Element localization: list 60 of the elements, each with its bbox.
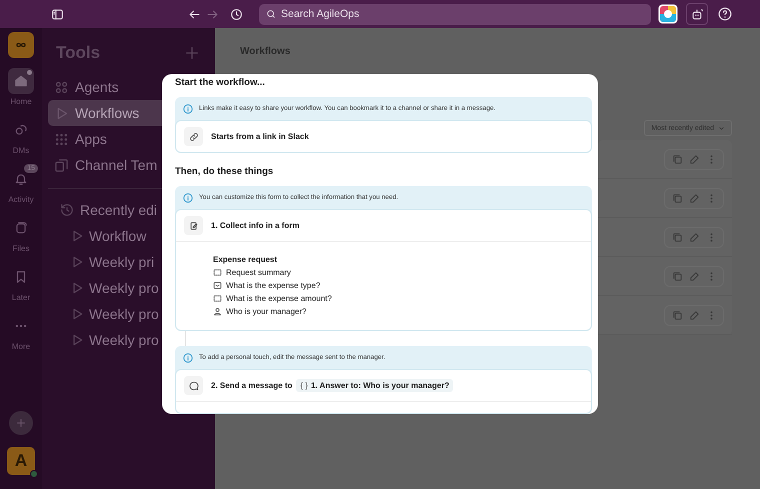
dots-grid-icon [54,132,69,146]
sidebar-title: Tools [56,43,100,63]
trigger-row[interactable]: Starts from a link in Slack [176,121,591,152]
form-field-label: Who is your manager? [226,307,306,316]
section-heading: Then, do these things [175,165,274,179]
user-avatar[interactable]: A [7,447,35,475]
chat-bubbles-icon [14,123,28,137]
duplicate-icon[interactable] [671,231,683,243]
rail-item[interactable]: Home [0,68,42,117]
robot-icon[interactable] [686,3,708,25]
rail-item[interactable]: More [0,313,42,362]
duplicate-icon[interactable] [671,270,683,282]
copy-icon [54,158,69,172]
status-dot-icon [30,470,38,478]
rail-item[interactable]: Later [0,264,42,313]
files-icon [14,221,28,235]
info-icon [183,104,193,114]
link-icon [188,132,198,142]
plus-icon [15,417,27,429]
person-icon [213,307,222,316]
form-title: Expense request [213,255,278,264]
duplicate-icon[interactable] [671,153,683,165]
chevron-down-icon [718,124,725,132]
house-icon [14,74,28,88]
bell-icon [14,172,28,186]
bookmark-icon [14,270,28,284]
add-button[interactable] [9,411,33,435]
sidebar-item[interactable]: Weekly pro [48,327,207,353]
app-logo-icon[interactable] [658,4,678,24]
variable-chip[interactable]: { } 1. Answer to: Who is your manager? [296,379,454,392]
history-icon [60,203,74,217]
pencil-icon[interactable] [688,270,700,282]
speech-bubble-icon [188,380,198,390]
rail-item[interactable]: DMs [0,117,42,166]
pencil-icon[interactable] [688,192,700,204]
form-field-label: What is the expense type? [226,281,320,290]
section-heading: Start the workflow... [175,76,266,90]
dropdown-field-icon [213,281,222,290]
sidebar-item[interactable]: Weekly pro [48,275,207,301]
duplicate-icon[interactable] [671,309,683,321]
pencil-icon[interactable] [688,153,700,165]
sidebar-item[interactable]: Weekly pro [48,301,207,327]
duplicate-icon[interactable] [671,192,683,204]
sidebar-item[interactable]: Weekly pri [48,249,207,275]
form-field-label: Request summary [226,268,291,277]
pencil-icon[interactable] [688,309,700,321]
info-icon [183,192,193,202]
search-field[interactable]: Search AgileOps [259,4,651,24]
pencil-icon[interactable] [688,231,700,243]
form-field-label: What is the expense amount? [226,294,332,303]
text-field-icon [213,268,222,277]
form-edit-icon [188,220,198,230]
dots-grid-icon [54,80,69,94]
plus-icon[interactable] [183,44,201,62]
help-icon[interactable] [716,5,734,23]
info-icon [183,352,193,362]
workspace-logo-icon[interactable] [8,32,34,58]
text-field-icon [213,294,222,303]
rail-item[interactable]: Files [0,215,42,264]
search-icon [266,9,276,19]
